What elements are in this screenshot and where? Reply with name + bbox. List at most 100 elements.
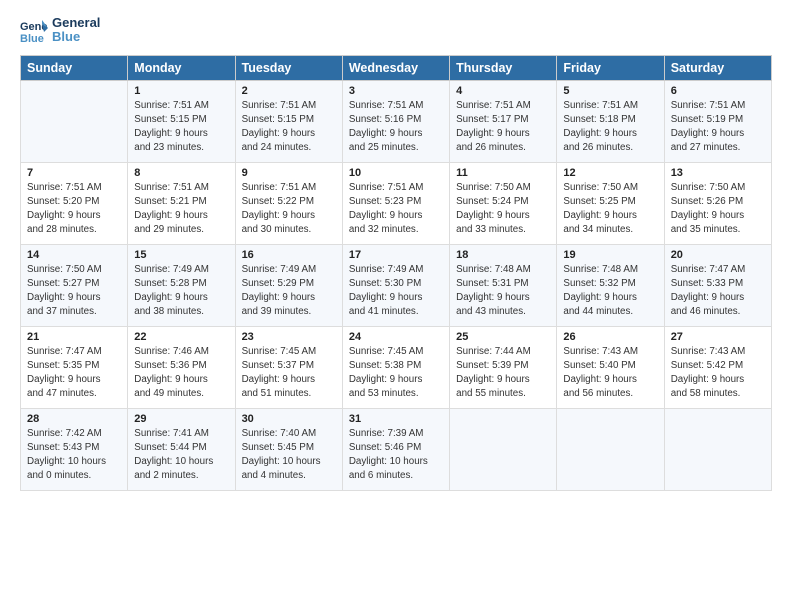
day-info: Sunrise: 7:43 AM Sunset: 5:40 PM Dayligh…: [563, 345, 657, 402]
day-info: Sunrise: 7:39 AM Sunset: 5:46 PM Dayligh…: [349, 427, 443, 484]
calendar-cell: 23 Sunrise: 7:45 AM Sunset: 5:37 PM Dayli…: [235, 326, 342, 408]
day-info: Sunrise: 7:50 AM Sunset: 5:27 PM Dayligh…: [27, 263, 121, 320]
day-number: 9: [242, 167, 336, 179]
week-row-2: 7 Sunrise: 7:51 AM Sunset: 5:20 PM Daylig…: [21, 162, 772, 244]
day-info: Sunrise: 7:51 AM Sunset: 5:23 PM Dayligh…: [349, 181, 443, 238]
calendar-cell: [664, 408, 771, 490]
day-info: Sunrise: 7:49 AM Sunset: 5:30 PM Dayligh…: [349, 263, 443, 320]
calendar-cell: 27 Sunrise: 7:43 AM Sunset: 5:42 PM Dayli…: [664, 326, 771, 408]
calendar-cell: [450, 408, 557, 490]
day-number: 13: [671, 167, 765, 179]
calendar-cell: [21, 80, 128, 162]
day-number: 22: [134, 331, 228, 343]
day-info: Sunrise: 7:49 AM Sunset: 5:28 PM Dayligh…: [134, 263, 228, 320]
calendar-cell: 2Sunrise: 7:51 AM Sunset: 5:15 PM Daylig…: [235, 80, 342, 162]
calendar-cell: 9 Sunrise: 7:51 AM Sunset: 5:22 PM Daylig…: [235, 162, 342, 244]
day-info: Sunrise: 7:51 AM Sunset: 5:16 PM Dayligh…: [349, 99, 443, 156]
logo-text-blue: Blue: [52, 30, 100, 44]
calendar-cell: 1 Sunrise: 7:51 AM Sunset: 5:15 PM Daylig…: [128, 80, 235, 162]
day-number: 3: [349, 85, 443, 97]
calendar-table: SundayMondayTuesdayWednesdayThursdayFrid…: [20, 55, 772, 491]
header-cell-tuesday: Tuesday: [235, 55, 342, 80]
day-number: 23: [242, 331, 336, 343]
header-cell-sunday: Sunday: [21, 55, 128, 80]
calendar-cell: 19Sunrise: 7:48 AM Sunset: 5:32 PM Dayli…: [557, 244, 664, 326]
day-info: Sunrise: 7:47 AM Sunset: 5:35 PM Dayligh…: [27, 345, 121, 402]
day-info: Sunrise: 7:51 AM Sunset: 5:20 PM Dayligh…: [27, 181, 121, 238]
day-number: 27: [671, 331, 765, 343]
day-info: Sunrise: 7:51 AM Sunset: 5:19 PM Dayligh…: [671, 99, 765, 156]
day-number: 7: [27, 167, 121, 179]
calendar-cell: 3 Sunrise: 7:51 AM Sunset: 5:16 PM Daylig…: [342, 80, 449, 162]
header-cell-friday: Friday: [557, 55, 664, 80]
day-number: 5: [563, 85, 657, 97]
day-info: Sunrise: 7:42 AM Sunset: 5:43 PM Dayligh…: [27, 427, 121, 484]
header-cell-monday: Monday: [128, 55, 235, 80]
day-info: Sunrise: 7:43 AM Sunset: 5:42 PM Dayligh…: [671, 345, 765, 402]
header-cell-saturday: Saturday: [664, 55, 771, 80]
day-number: 24: [349, 331, 443, 343]
day-number: 19: [563, 249, 657, 261]
day-number: 11: [456, 167, 550, 179]
day-info: Sunrise: 7:50 AM Sunset: 5:26 PM Dayligh…: [671, 181, 765, 238]
header-row: SundayMondayTuesdayWednesdayThursdayFrid…: [21, 55, 772, 80]
day-number: 12: [563, 167, 657, 179]
calendar-cell: 11 Sunrise: 7:50 AM Sunset: 5:24 PM Dayli…: [450, 162, 557, 244]
day-info: Sunrise: 7:49 AM Sunset: 5:29 PM Dayligh…: [242, 263, 336, 320]
day-number: 10: [349, 167, 443, 179]
week-row-5: 28 Sunrise: 7:42 AM Sunset: 5:43 PM Dayli…: [21, 408, 772, 490]
day-info: Sunrise: 7:51 AM Sunset: 5:21 PM Dayligh…: [134, 181, 228, 238]
day-info: Sunrise: 7:51 AM Sunset: 5:22 PM Dayligh…: [242, 181, 336, 238]
day-number: 8: [134, 167, 228, 179]
day-info: Sunrise: 7:50 AM Sunset: 5:24 PM Dayligh…: [456, 181, 550, 238]
calendar-cell: 31 Sunrise: 7:39 AM Sunset: 5:46 PM Dayli…: [342, 408, 449, 490]
week-row-3: 14 Sunrise: 7:50 AM Sunset: 5:27 PM Dayli…: [21, 244, 772, 326]
day-number: 31: [349, 413, 443, 425]
day-number: 28: [27, 413, 121, 425]
day-info: Sunrise: 7:51 AM Sunset: 5:18 PM Dayligh…: [563, 99, 657, 156]
calendar-cell: 8 Sunrise: 7:51 AM Sunset: 5:21 PM Daylig…: [128, 162, 235, 244]
day-info: Sunrise: 7:45 AM Sunset: 5:37 PM Dayligh…: [242, 345, 336, 402]
calendar-cell: [557, 408, 664, 490]
day-number: 6: [671, 85, 765, 97]
calendar-cell: 20Sunrise: 7:47 AM Sunset: 5:33 PM Dayli…: [664, 244, 771, 326]
day-number: 30: [242, 413, 336, 425]
week-row-4: 21 Sunrise: 7:47 AM Sunset: 5:35 PM Dayli…: [21, 326, 772, 408]
calendar-cell: 28 Sunrise: 7:42 AM Sunset: 5:43 PM Dayli…: [21, 408, 128, 490]
day-number: 18: [456, 249, 550, 261]
logo-text-general: General: [52, 16, 100, 30]
day-number: 4: [456, 85, 550, 97]
day-info: Sunrise: 7:50 AM Sunset: 5:25 PM Dayligh…: [563, 181, 657, 238]
calendar-cell: 21 Sunrise: 7:47 AM Sunset: 5:35 PM Dayli…: [21, 326, 128, 408]
day-info: Sunrise: 7:44 AM Sunset: 5:39 PM Dayligh…: [456, 345, 550, 402]
calendar-cell: 7 Sunrise: 7:51 AM Sunset: 5:20 PM Daylig…: [21, 162, 128, 244]
header-cell-wednesday: Wednesday: [342, 55, 449, 80]
day-number: 26: [563, 331, 657, 343]
calendar-cell: 26 Sunrise: 7:43 AM Sunset: 5:40 PM Dayli…: [557, 326, 664, 408]
day-number: 17: [349, 249, 443, 261]
day-number: 2: [242, 85, 336, 97]
header-cell-thursday: Thursday: [450, 55, 557, 80]
day-number: 1: [134, 85, 228, 97]
day-number: 14: [27, 249, 121, 261]
calendar-cell: 6 Sunrise: 7:51 AM Sunset: 5:19 PM Daylig…: [664, 80, 771, 162]
calendar-cell: 24Sunrise: 7:45 AM Sunset: 5:38 PM Dayli…: [342, 326, 449, 408]
calendar-cell: 18 Sunrise: 7:48 AM Sunset: 5:31 PM Dayli…: [450, 244, 557, 326]
calendar-cell: 13 Sunrise: 7:50 AM Sunset: 5:26 PM Dayli…: [664, 162, 771, 244]
calendar-cell: 5 Sunrise: 7:51 AM Sunset: 5:18 PM Daylig…: [557, 80, 664, 162]
day-info: Sunrise: 7:48 AM Sunset: 5:31 PM Dayligh…: [456, 263, 550, 320]
day-info: Sunrise: 7:51 AM Sunset: 5:15 PM Dayligh…: [134, 99, 228, 156]
calendar-cell: 16Sunrise: 7:49 AM Sunset: 5:29 PM Dayli…: [235, 244, 342, 326]
calendar-cell: 12 Sunrise: 7:50 AM Sunset: 5:25 PM Dayli…: [557, 162, 664, 244]
logo-icon: General Blue: [20, 16, 48, 44]
day-number: 20: [671, 249, 765, 261]
calendar-cell: 22Sunrise: 7:46 AM Sunset: 5:36 PM Dayli…: [128, 326, 235, 408]
day-number: 15: [134, 249, 228, 261]
calendar-cell: 30Sunrise: 7:40 AM Sunset: 5:45 PM Dayli…: [235, 408, 342, 490]
logo: General Blue General Blue: [20, 16, 100, 45]
day-number: 25: [456, 331, 550, 343]
week-row-1: 1 Sunrise: 7:51 AM Sunset: 5:15 PM Daylig…: [21, 80, 772, 162]
day-number: 21: [27, 331, 121, 343]
calendar-cell: 15 Sunrise: 7:49 AM Sunset: 5:28 PM Dayli…: [128, 244, 235, 326]
calendar-cell: 17 Sunrise: 7:49 AM Sunset: 5:30 PM Dayli…: [342, 244, 449, 326]
